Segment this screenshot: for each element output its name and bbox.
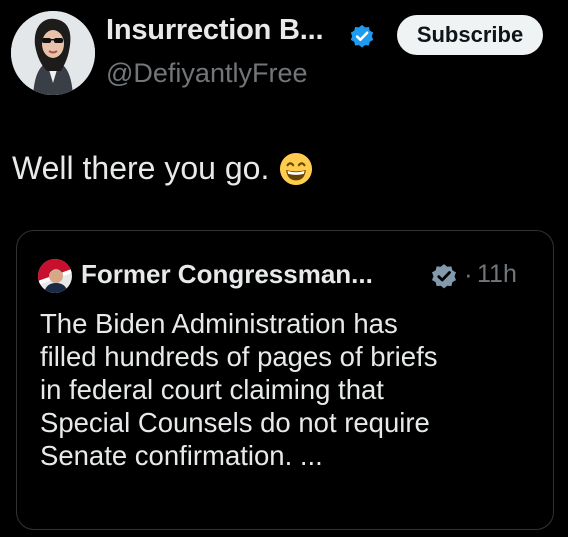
government-verified-badge-icon[interactable]: [429, 261, 459, 291]
quoted-tweet-text: The Biden Administration has filled hund…: [40, 307, 545, 472]
author-display-name[interactable]: Insurrection B...: [106, 14, 324, 47]
subscribe-button[interactable]: Subscribe: [397, 15, 543, 55]
verified-badge-icon[interactable]: [348, 22, 376, 50]
author-handle[interactable]: @DefiyantlyFree: [106, 58, 307, 89]
tweet-text: Well there you go.: [12, 150, 313, 187]
separator-dot: ·: [464, 259, 473, 289]
quoted-timestamp[interactable]: 11h: [477, 260, 517, 289]
quoted-text-line: in federal court claiming that: [40, 374, 384, 405]
author-avatar[interactable]: [11, 11, 95, 95]
quoted-author-display-name[interactable]: Former Congressman...: [81, 259, 373, 290]
quoted-text-line: filled hundreds of pages of briefs: [40, 341, 438, 372]
quoted-author-avatar[interactable]: [38, 259, 72, 293]
quoted-text-line: Senate confirmation. ...: [40, 440, 323, 471]
quoted-tweet-card[interactable]: Former Congressman... · 11h The Biden Ad…: [16, 230, 554, 530]
quoted-text-line: The Biden Administration has: [40, 308, 398, 339]
grinning-face-emoji-icon: [280, 152, 313, 185]
quoted-text-line: Special Counsels do not require: [40, 407, 430, 438]
tweet-text-content: Well there you go.: [12, 150, 270, 186]
